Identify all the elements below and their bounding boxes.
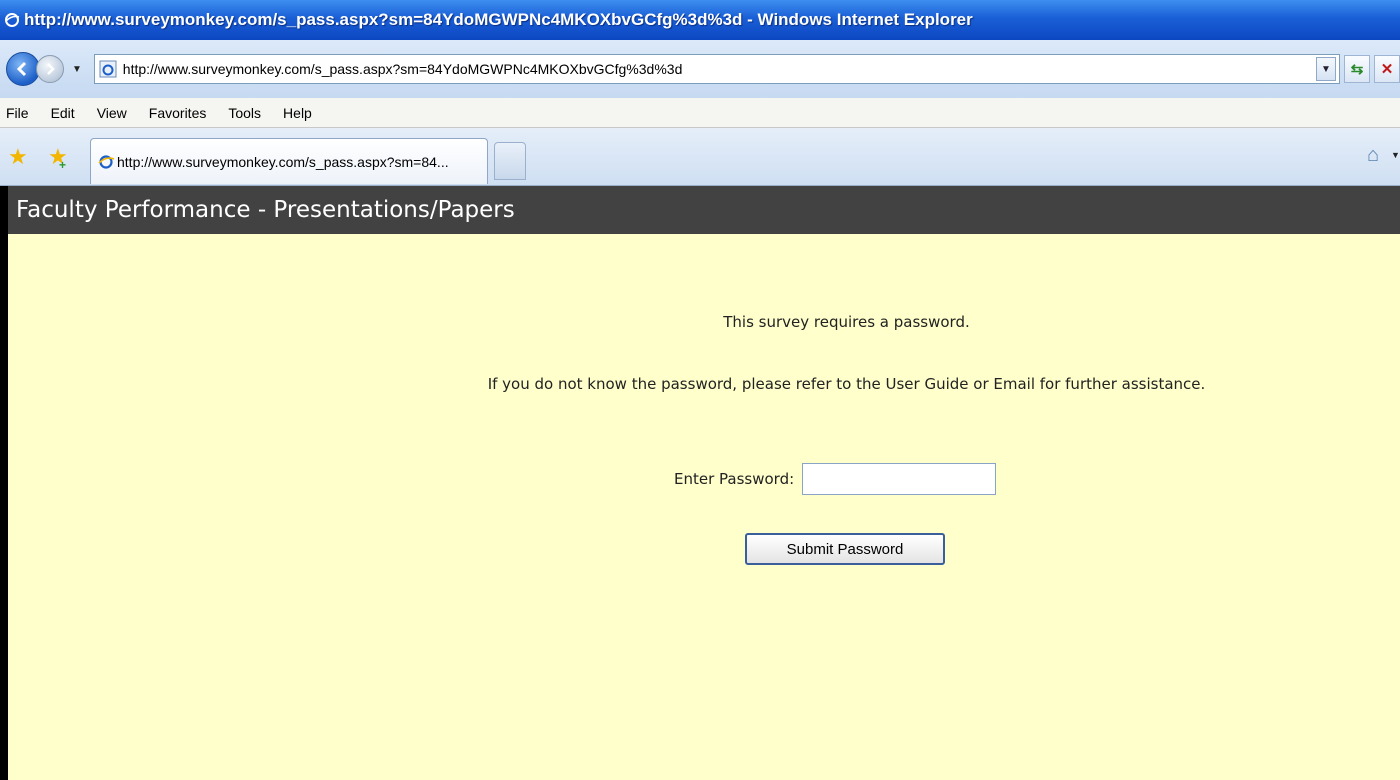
address-dropdown-icon[interactable]: ▼ (1316, 57, 1336, 81)
history-dropdown-icon[interactable]: ▼ (72, 64, 86, 75)
password-row: Enter Password: (674, 463, 997, 495)
address-url[interactable]: http://www.surveymonkey.com/s_pass.aspx?… (123, 61, 1316, 77)
back-arrow-icon (16, 61, 27, 77)
ie-tab-icon (98, 154, 115, 169)
favorites-star-icon[interactable]: ★ (8, 146, 28, 168)
menu-edit[interactable]: Edit (51, 105, 75, 121)
password-required-message: This survey requires a password. (723, 313, 970, 331)
password-help-message: If you do not know the password, please … (487, 375, 1206, 393)
forward-arrow-icon (47, 63, 55, 75)
password-input[interactable] (802, 463, 997, 495)
menu-bar: File Edit View Favorites Tools Help (0, 98, 1400, 128)
ie-page-icon (99, 60, 117, 78)
address-bar[interactable]: http://www.surveymonkey.com/s_pass.aspx?… (93, 54, 1340, 84)
back-button[interactable] (6, 52, 40, 86)
stop-icon: ✕ (1380, 61, 1394, 78)
password-label: Enter Password: (674, 470, 795, 488)
survey-header: Faculty Performance - Presentations/Pape… (8, 186, 1400, 234)
navigation-bar: ▼ http://www.surveymonkey.com/s_pass.asp… (0, 40, 1400, 98)
window-title-bar: http://www.surveymonkey.com/s_pass.aspx?… (0, 0, 1400, 40)
tab-active[interactable]: http://www.surveymonkey.com/s_pass.aspx?… (90, 138, 488, 184)
new-tab-button[interactable] (494, 142, 526, 180)
tab-title: http://www.surveymonkey.com/s_pass.aspx?… (117, 153, 449, 170)
menu-help[interactable]: Help (283, 105, 312, 121)
home-icon[interactable]: ⌂ (1367, 144, 1379, 167)
refresh-button[interactable]: ⇆ (1344, 55, 1370, 83)
add-favorites-icon[interactable]: ★ + (48, 146, 68, 173)
tab-bar: ★ ★ + http://www.surveymonkey.com/s_pass.… (0, 128, 1400, 186)
menu-view[interactable]: View (97, 105, 127, 121)
window-title: http://www.surveymonkey.com/s_pass.aspx?… (24, 10, 973, 29)
ie-logo-icon (5, 13, 20, 27)
menu-tools[interactable]: Tools (228, 105, 261, 121)
window-left-border (0, 186, 8, 780)
home-dropdown-icon[interactable]: ▼ (1391, 150, 1400, 160)
refresh-icon: ⇆ (1350, 61, 1364, 78)
forward-button[interactable] (36, 55, 64, 83)
menu-favorites[interactable]: Favorites (149, 105, 207, 121)
menu-file[interactable]: File (6, 105, 29, 121)
page-content: Faculty Performance - Presentations/Pape… (8, 186, 1400, 780)
survey-title: Faculty Performance - Presentations/Pape… (16, 197, 515, 223)
submit-password-button[interactable]: Submit Password (745, 533, 945, 565)
stop-button[interactable]: ✕ (1374, 55, 1400, 83)
